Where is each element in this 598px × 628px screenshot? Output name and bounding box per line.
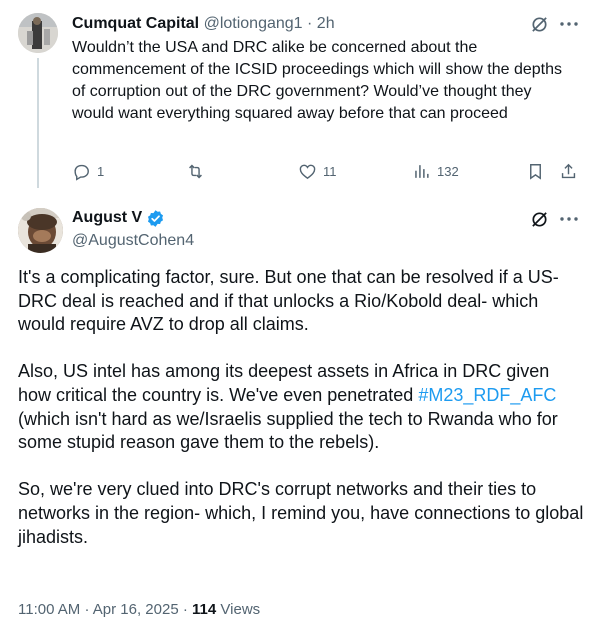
tweet-date[interactable]: Apr 16, 2025 [93,601,179,618]
views-count: 114 [192,601,217,618]
views-button[interactable]: 132 [412,160,459,182]
tweet-time[interactable]: 11:00 AM [18,601,80,618]
bookmark-icon [530,163,541,180]
avatar[interactable] [18,208,63,253]
reply-button[interactable]: 1 [72,160,104,182]
tweet-paragraph: It's a complicating factor, sure. But on… [18,267,559,335]
reply-text: Wouldn’t the USA and DRC alike be concer… [72,39,563,122]
views-icon [415,164,429,178]
thread-line [37,58,39,188]
tweet-paragraph: So, we're very clued into DRC's corrupt … [18,479,584,547]
hashtag-link[interactable]: #M23_RDF_AFC [418,385,556,405]
tweet-text: It's a complicating factor, sure. But on… [18,266,584,573]
grok-icon[interactable] [528,13,550,35]
grok-icon[interactable] [528,208,550,230]
share-button[interactable] [559,160,578,182]
avatar[interactable] [18,13,58,53]
views-count: 132 [437,163,459,179]
like-icon [299,164,316,179]
reply-icon [74,164,89,181]
timestamp[interactable]: 2h [317,15,335,32]
paragraph-text: (which isn't hard as we/Israelis supplie… [18,408,558,453]
more-icon[interactable] [558,208,580,230]
reply-header: Cumquat Capital @lotiongang1 · 2h [72,14,335,34]
separator: · [84,601,90,618]
author-handle[interactable]: @lotiongang1 [204,15,303,32]
separator: · [182,601,188,618]
repost-button[interactable] [186,160,211,182]
views-label: Views [220,601,261,618]
reply-count: 1 [97,163,105,179]
reply-tweet[interactable]: Cumquat Capital @lotiongang1 · 2h Wouldn… [0,0,598,190]
author-name[interactable]: August V [72,208,142,228]
tweet-paragraph: Also, US intel has among its deepest ass… [18,360,584,454]
tweet-footer: 11:00 AM · Apr 16, 2025 · 114 Views [18,600,260,620]
verified-badge-icon[interactable] [146,209,165,228]
more-icon[interactable] [558,13,580,35]
bookmark-button[interactable] [526,160,545,182]
repost-icon [189,164,202,178]
separator: · [307,15,313,32]
share-icon [561,163,576,178]
author-name-row: August V [72,208,165,228]
author-name[interactable]: Cumquat Capital [72,15,199,32]
author-handle[interactable]: @AugustCohen4 [72,231,194,251]
like-count: 11 [323,163,337,179]
action-bar: 1 11 132 [72,160,582,184]
like-button[interactable]: 11 [298,160,337,182]
